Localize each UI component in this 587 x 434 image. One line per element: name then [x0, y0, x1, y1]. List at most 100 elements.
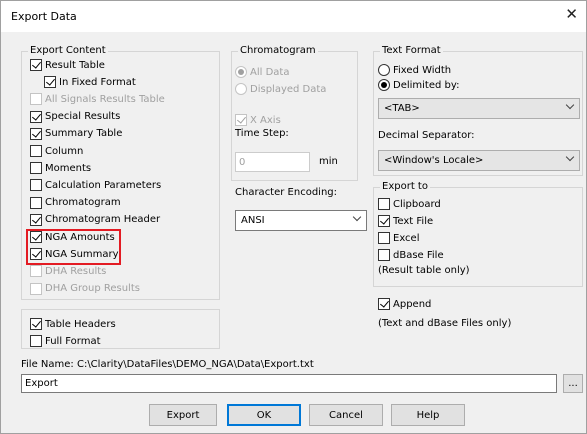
table-headers-checkbox-box	[30, 318, 42, 330]
time-step-value: 0	[239, 156, 246, 168]
result-table-label: Result Table	[45, 59, 105, 71]
result-table-checkbox-box	[30, 59, 42, 71]
table-headers-label: Table Headers	[45, 318, 116, 330]
table-headers-checkbox[interactable]: Table Headers	[30, 317, 116, 331]
export-data-dialog: Export Data ✕ Export Content Result Tabl…	[0, 0, 587, 434]
clipboard-checkbox[interactable]: Clipboard	[378, 197, 441, 211]
dha-results-checkbox-box	[30, 265, 42, 278]
special-results-checkbox[interactable]: Special Results	[30, 110, 120, 124]
chromatogram-checkbox[interactable]: Chromatogram	[30, 196, 121, 210]
delimited-by-label: Delimited by:	[393, 79, 460, 91]
calculation-parameters-label: Calculation Parameters	[45, 179, 162, 191]
time-step-input[interactable]: 0	[235, 152, 310, 172]
character-encoding-label: Character Encoding:	[235, 187, 338, 198]
window-title: Export Data	[11, 10, 77, 23]
decimal-separator-label: Decimal Separator:	[378, 130, 475, 141]
dha-results-label: DHA Results	[45, 265, 107, 277]
x-axis-label: X Axis	[250, 114, 281, 126]
summary-table-checkbox[interactable]: Summary Table	[30, 127, 122, 141]
close-icon[interactable]: ✕	[565, 7, 578, 22]
append-checkbox-box	[378, 298, 390, 310]
decimal-separator-value: <Window's Locale>	[384, 155, 484, 166]
export-button[interactable]: Export	[149, 404, 217, 426]
x-axis-checkbox[interactable]: X Axis	[235, 113, 281, 127]
summary-table-checkbox-box	[30, 127, 42, 140]
file-name-input[interactable]: Export	[21, 374, 557, 393]
ok-button[interactable]: OK	[227, 404, 301, 426]
export-to-note: (Result table only)	[378, 265, 470, 276]
displayed-data-label: Displayed Data	[250, 83, 327, 95]
fixed-width-radio-indicator	[378, 64, 390, 76]
dbase-file-checkbox-box	[378, 249, 390, 261]
time-step-label: Time Step:	[235, 128, 289, 139]
cancel-button-label: Cancel	[329, 409, 363, 421]
chevron-down-icon	[352, 212, 362, 222]
cancel-button[interactable]: Cancel	[309, 404, 383, 426]
full-format-checkbox-box	[30, 335, 42, 347]
dha-results-checkbox[interactable]: DHA Results	[30, 264, 106, 278]
browse-button[interactable]: ...	[563, 374, 583, 393]
calculation-parameters-checkbox-box	[30, 179, 42, 192]
dbase-file-checkbox[interactable]: dBase File	[378, 248, 444, 262]
calculation-parameters-checkbox[interactable]: Calculation Parameters	[30, 178, 161, 192]
fixed-width-label: Fixed Width	[393, 64, 452, 76]
all-data-label: All Data	[250, 66, 290, 78]
file-name-label: File Name: C:\Clarity\DataFiles\DEMO_NGA…	[21, 359, 314, 370]
file-name-value: Export	[25, 378, 58, 389]
help-button-label: Help	[416, 409, 440, 421]
chromatogram-header-checkbox-box	[30, 213, 42, 226]
text-format-label: Text Format	[380, 45, 443, 56]
browse-label: ...	[568, 378, 578, 389]
chromatogram-checkbox-box	[30, 196, 42, 209]
chromatogram-header-checkbox[interactable]: Chromatogram Header	[30, 213, 160, 227]
dha-group-results-checkbox[interactable]: DHA Group Results	[30, 282, 140, 296]
clipboard-checkbox-box	[378, 198, 390, 210]
fixed-width-radio[interactable]: Fixed Width	[378, 63, 451, 77]
export-to-label: Export to	[380, 181, 430, 192]
moments-label: Moments	[45, 162, 92, 174]
delimited-by-radio-indicator	[378, 79, 390, 91]
special-results-label: Special Results	[45, 111, 121, 123]
text-file-checkbox[interactable]: Text File	[378, 214, 433, 228]
chromatogram-label: Chromatogram	[238, 45, 318, 56]
special-results-checkbox-box	[30, 110, 42, 123]
all-data-radio[interactable]: All Data	[235, 65, 289, 79]
clipboard-label: Clipboard	[393, 198, 441, 210]
decimal-separator-select[interactable]: <Window's Locale>	[378, 150, 580, 171]
ok-button-label: OK	[256, 409, 272, 421]
column-label: Column	[45, 145, 84, 157]
text-file-label: Text File	[393, 215, 434, 227]
summary-table-label: Summary Table	[45, 128, 123, 140]
export-button-label: Export	[166, 409, 200, 421]
dbase-file-label: dBase File	[393, 249, 444, 261]
in-fixed-format-label: In Fixed Format	[59, 76, 136, 88]
help-button[interactable]: Help	[391, 404, 465, 426]
character-encoding-select[interactable]: ANSI	[235, 210, 367, 231]
chromatogram-label: Chromatogram	[45, 197, 121, 209]
full-format-label: Full Format	[45, 335, 101, 347]
all-signals-results-table-label: All Signals Results Table	[45, 93, 165, 105]
moments-checkbox[interactable]: Moments	[30, 161, 91, 175]
append-note: (Text and dBase Files only)	[378, 318, 512, 329]
full-format-checkbox[interactable]: Full Format	[30, 334, 101, 348]
chromatogram-header-label: Chromatogram Header	[45, 214, 161, 226]
all-signals-results-table-checkbox-box	[30, 93, 42, 106]
delimited-by-radio[interactable]: Delimited by:	[378, 78, 459, 92]
nga-highlight-box	[26, 229, 121, 265]
excel-label: Excel	[393, 232, 420, 244]
title-bar: Export Data ✕	[1, 1, 586, 32]
in-fixed-format-checkbox[interactable]: In Fixed Format	[44, 75, 136, 89]
all-signals-results-table-checkbox[interactable]: All Signals Results Table	[30, 92, 165, 106]
chevron-down-icon	[565, 152, 575, 162]
append-checkbox[interactable]: Append	[378, 297, 431, 311]
x-axis-checkbox-box	[235, 114, 247, 126]
displayed-data-radio[interactable]: Displayed Data	[235, 82, 326, 96]
displayed-data-radio-indicator	[235, 83, 247, 95]
excel-checkbox-box	[378, 232, 390, 244]
dha-group-results-label: DHA Group Results	[45, 283, 140, 295]
character-encoding-value: ANSI	[241, 215, 265, 226]
result-table-checkbox[interactable]: Result Table	[30, 58, 105, 72]
delimiter-select[interactable]: <TAB>	[378, 98, 580, 119]
excel-checkbox[interactable]: Excel	[378, 231, 420, 245]
column-checkbox[interactable]: Column	[30, 144, 83, 158]
